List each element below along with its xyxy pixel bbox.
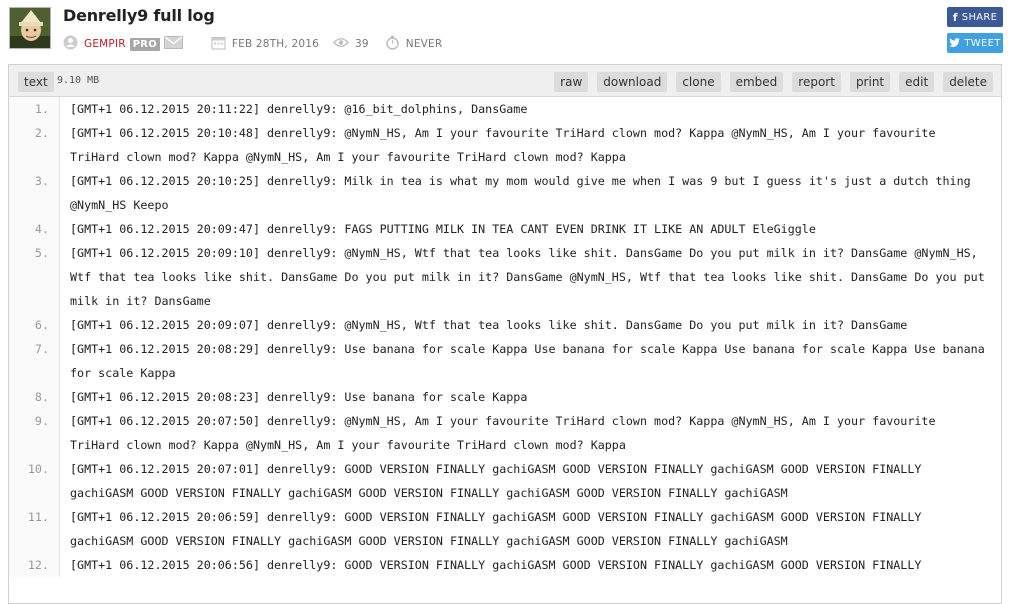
pro-badge: PRO	[129, 37, 160, 51]
line-text: [GMT+1 06.12.2015 20:06:59] denrelly9: G…	[70, 510, 929, 548]
code-line: 12. [GMT+1 06.12.2015 20:06:56] denrelly9…	[9, 553, 1001, 577]
line-number: 1.	[9, 97, 60, 121]
code-line: 6. [GMT+1 06.12.2015 20:09:07] denrelly9:…	[9, 313, 1001, 337]
facebook-icon: f	[952, 10, 958, 24]
paste-date: FEB 28TH, 2016	[231, 38, 319, 50]
line-text: [GMT+1 06.12.2015 20:08:29] denrelly9: U…	[70, 342, 992, 380]
code-line: 8. [GMT+1 06.12.2015 20:08:23] denrelly9:…	[9, 385, 1001, 409]
line-text: [GMT+1 06.12.2015 20:09:10] denrelly9: @…	[70, 246, 992, 308]
calendar-icon	[211, 35, 226, 53]
avatar[interactable]	[9, 7, 51, 49]
stopwatch-icon	[385, 35, 400, 53]
line-number: 7.	[9, 337, 60, 385]
line-number: 3.	[9, 169, 60, 217]
code-line: 7. [GMT+1 06.12.2015 20:08:29] denrelly9:…	[9, 337, 1001, 385]
user-icon	[63, 35, 78, 53]
tweet-button[interactable]: TWEET	[947, 33, 1003, 53]
line-number: 9.	[9, 409, 60, 457]
raw-button[interactable]: raw	[554, 72, 589, 92]
code-line: 1. [GMT+1 06.12.2015 20:11:22] denrelly9:…	[9, 97, 1001, 121]
mail-icon[interactable]	[163, 36, 183, 52]
line-number: 6.	[9, 313, 60, 337]
line-number: 11.	[9, 505, 60, 553]
line-text: [GMT+1 06.12.2015 20:09:47] denrelly9: F…	[70, 222, 816, 236]
paste-size: 9.10 MB	[57, 75, 100, 86]
paste-container: text 9.10 MB raw download clone embed re…	[8, 64, 1002, 604]
line-number: 5.	[9, 241, 60, 313]
avatar-image	[10, 8, 50, 48]
code-line: 5. [GMT+1 06.12.2015 20:09:10] denrelly9:…	[9, 241, 1001, 313]
author-link[interactable]: GEMPIR	[84, 38, 126, 50]
syntax-format-button[interactable]: text	[18, 72, 54, 92]
eye-icon	[333, 37, 349, 51]
report-button[interactable]: report	[792, 72, 841, 92]
facebook-share-button[interactable]: f SHARE	[947, 7, 1003, 27]
code-line: 3. [GMT+1 06.12.2015 20:10:25] denrelly9:…	[9, 169, 1001, 217]
line-number: 10.	[9, 457, 60, 505]
paste-toolbar: text 9.10 MB raw download clone embed re…	[9, 65, 1001, 97]
line-text: [GMT+1 06.12.2015 20:07:01] denrelly9: G…	[70, 462, 929, 500]
paste-meta: GEMPIR PRO FEB 28TH, 2016 39 NEVER	[63, 35, 442, 53]
line-number: 2.	[9, 121, 60, 169]
line-text: [GMT+1 06.12.2015 20:06:56] denrelly9: G…	[70, 558, 922, 572]
line-number: 4.	[9, 217, 60, 241]
line-text: [GMT+1 06.12.2015 20:10:25] denrelly9: M…	[70, 174, 978, 212]
clone-button[interactable]: clone	[676, 72, 721, 92]
line-number: 8.	[9, 385, 60, 409]
print-button[interactable]: print	[849, 72, 891, 92]
line-text: [GMT+1 06.12.2015 20:08:23] denrelly9: U…	[70, 390, 528, 404]
code-line: 2. [GMT+1 06.12.2015 20:10:48] denrelly9:…	[9, 121, 1001, 169]
code-line: 11. [GMT+1 06.12.2015 20:06:59] denrelly9…	[9, 505, 1001, 553]
expiration: NEVER	[405, 38, 443, 50]
code-line: 9. [GMT+1 06.12.2015 20:07:50] denrelly9:…	[9, 409, 1001, 457]
page-title: Denrelly9 full log	[63, 6, 215, 25]
line-text: [GMT+1 06.12.2015 20:11:22] denrelly9: @…	[70, 102, 528, 116]
line-text: [GMT+1 06.12.2015 20:07:50] denrelly9: @…	[70, 414, 943, 452]
twitter-icon	[949, 37, 961, 50]
code-line: 10. [GMT+1 06.12.2015 20:07:01] denrelly9…	[9, 457, 1001, 505]
line-text: [GMT+1 06.12.2015 20:09:07] denrelly9: @…	[70, 318, 908, 332]
delete-button[interactable]: delete	[943, 72, 993, 92]
paste-actions: raw download clone embed report print ed…	[554, 72, 993, 92]
code-listing: 1. [GMT+1 06.12.2015 20:11:22] denrelly9:…	[9, 97, 1001, 577]
view-count: 39	[355, 38, 369, 50]
embed-button[interactable]: embed	[729, 72, 784, 92]
line-text: [GMT+1 06.12.2015 20:10:48] denrelly9: @…	[70, 126, 943, 164]
line-number: 12.	[9, 553, 60, 577]
download-button[interactable]: download	[597, 72, 668, 92]
edit-button[interactable]: edit	[899, 72, 935, 92]
code-line: 4. [GMT+1 06.12.2015 20:09:47] denrelly9:…	[9, 217, 1001, 241]
